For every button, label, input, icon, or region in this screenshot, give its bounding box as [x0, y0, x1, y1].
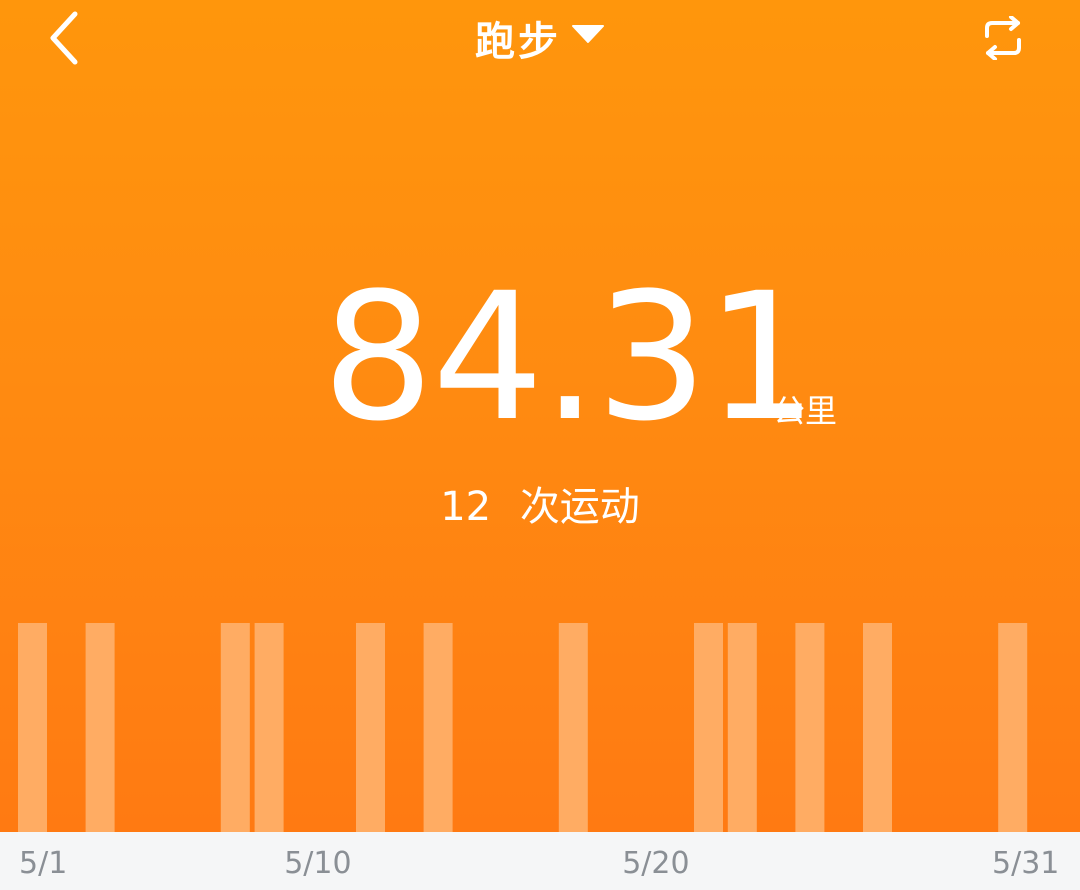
activity-bar[interactable] — [18, 623, 47, 832]
distance-unit: 公里 — [773, 392, 838, 430]
daily-activity-chart-svg — [18, 623, 1028, 832]
activity-bar[interactable] — [795, 623, 825, 832]
workout-count: 12 次运动 — [0, 474, 1080, 532]
total-distance-value: 84.31 — [322, 255, 818, 460]
daily-activity-chart — [0, 600, 1080, 832]
activity-bar[interactable] — [254, 623, 284, 832]
caret-down-icon — [571, 24, 605, 44]
page-title: 跑步 — [475, 19, 561, 65]
activity-bar[interactable] — [558, 623, 588, 832]
workout-count-label: 次运动 — [519, 484, 640, 530]
activity-bar[interactable] — [863, 623, 892, 832]
summary-hero: 跑步 84.31 公里 12 次运动 — [0, 0, 1080, 832]
activity-bar[interactable] — [85, 623, 115, 832]
activity-bar[interactable] — [356, 623, 385, 832]
swap-button[interactable] — [970, 8, 1036, 68]
axis-tick-label: 5/10 — [284, 846, 352, 881]
axis-tick-label: 5/31 — [992, 846, 1060, 881]
activity-bar[interactable] — [694, 623, 723, 832]
sport-type-selector[interactable]: 跑步 — [0, 10, 1080, 66]
axis-tick-label: 5/20 — [622, 846, 690, 881]
top-bar: 跑步 — [0, 0, 1080, 90]
activity-bar[interactable] — [727, 623, 757, 832]
workout-count-value: 12 — [440, 484, 492, 530]
activity-bar[interactable] — [220, 623, 250, 832]
date-axis: 5/1 5/10 5/20 5/31 — [0, 832, 1080, 890]
repeat-icon — [985, 16, 1021, 60]
activity-bar[interactable] — [998, 623, 1028, 832]
axis-tick-label: 5/1 — [19, 846, 68, 881]
activity-bar[interactable] — [423, 623, 453, 832]
